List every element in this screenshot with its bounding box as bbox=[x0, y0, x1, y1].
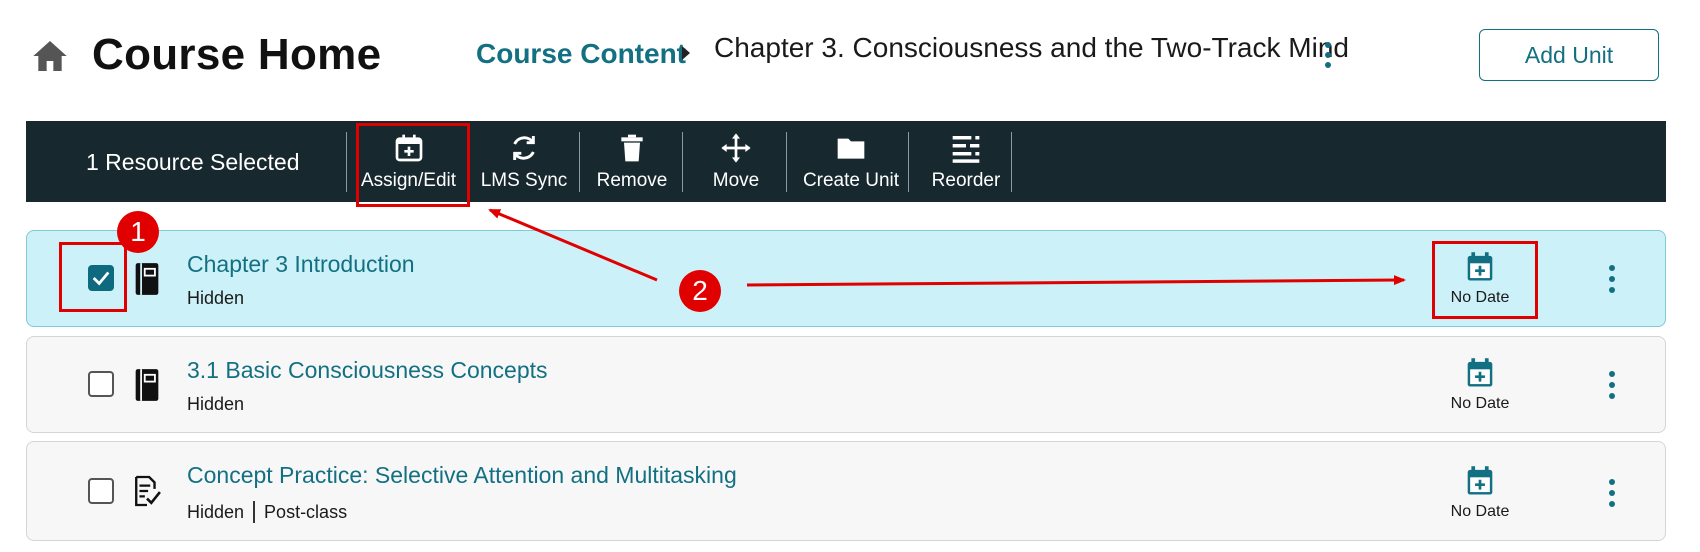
reorder-button[interactable]: Reorder bbox=[914, 121, 1018, 202]
resource-meta: Hidden bbox=[187, 394, 244, 415]
resource-status: Hidden bbox=[187, 501, 245, 522]
calendar-plus-icon bbox=[1467, 358, 1493, 387]
lms-sync-button[interactable]: LMS Sync bbox=[474, 121, 574, 202]
bulk-action-toolbar: 1 Resource Selected Assign/Edit LMS Sync… bbox=[26, 121, 1666, 202]
resource-row[interactable]: Chapter 3 Introduction Hidden No Date bbox=[26, 230, 1666, 327]
resource-checkbox[interactable] bbox=[88, 478, 114, 504]
resource-meta: Hidden bbox=[187, 288, 244, 309]
resource-meta: Hidden Post-class bbox=[187, 501, 347, 523]
toolbar-divider bbox=[682, 132, 683, 192]
breadcrumb-course-content[interactable]: Course Content bbox=[476, 38, 686, 70]
annotation-box-no-date bbox=[1432, 241, 1538, 319]
resource-row[interactable]: 3.1 Basic Consciousness Concepts Hidden … bbox=[26, 336, 1666, 433]
resource-options-kebab-icon[interactable] bbox=[1605, 478, 1619, 508]
resource-tag: Post-class bbox=[264, 501, 348, 522]
create-unit-label: Create Unit bbox=[802, 170, 900, 191]
annotation-box-assign-edit bbox=[356, 123, 470, 207]
toolbar-divider bbox=[908, 132, 909, 192]
move-button[interactable]: Move bbox=[688, 121, 784, 202]
remove-button[interactable]: Remove bbox=[584, 121, 680, 202]
book-icon bbox=[135, 369, 159, 401]
toolbar-divider bbox=[346, 132, 347, 192]
resource-status: Hidden bbox=[187, 288, 245, 308]
resource-options-kebab-icon[interactable] bbox=[1605, 370, 1619, 400]
create-unit-button[interactable]: Create Unit bbox=[792, 121, 910, 202]
assignment-check-icon bbox=[135, 475, 161, 507]
assign-date-button[interactable]: No Date bbox=[1425, 465, 1535, 535]
folder-icon bbox=[837, 138, 865, 159]
resource-row[interactable]: Concept Practice: Selective Attention an… bbox=[26, 441, 1666, 541]
selected-count-text: 1 Resource Selected bbox=[86, 149, 300, 175]
assign-date-button[interactable]: No Date bbox=[1425, 357, 1535, 427]
book-icon bbox=[135, 263, 159, 295]
resource-options-kebab-icon[interactable] bbox=[1605, 264, 1619, 294]
breadcrumb-separator-icon bbox=[682, 46, 690, 60]
resource-title-link[interactable]: Chapter 3 Introduction bbox=[187, 251, 415, 278]
toolbar-divider bbox=[579, 132, 580, 192]
chapter-options-kebab-icon[interactable] bbox=[1322, 40, 1334, 70]
lms-sync-label: LMS Sync bbox=[480, 170, 568, 191]
annotation-badge-2: 2 bbox=[679, 270, 721, 312]
breadcrumb-current-chapter: Chapter 3. Consciousness and the Two-Tra… bbox=[714, 32, 1349, 63]
annotation-box-checkbox bbox=[59, 242, 127, 312]
due-date-label: No Date bbox=[1450, 503, 1510, 520]
resource-title-link[interactable]: 3.1 Basic Consciousness Concepts bbox=[187, 357, 548, 384]
resource-status: Hidden bbox=[187, 394, 245, 414]
due-date-label: No Date bbox=[1450, 395, 1510, 412]
remove-label: Remove bbox=[596, 170, 668, 191]
move-label: Move bbox=[712, 170, 760, 191]
trash-icon bbox=[621, 134, 643, 162]
sync-icon bbox=[513, 136, 535, 160]
meta-separator bbox=[253, 501, 256, 523]
reorder-icon bbox=[952, 136, 980, 163]
toolbar-divider bbox=[1011, 132, 1012, 192]
page-title: Course Home bbox=[92, 30, 382, 79]
resource-checkbox[interactable] bbox=[88, 371, 114, 397]
reorder-label: Reorder bbox=[931, 170, 1001, 191]
toolbar-divider bbox=[786, 132, 787, 192]
move-arrows-icon bbox=[721, 133, 751, 163]
add-unit-button[interactable]: Add Unit bbox=[1479, 29, 1659, 81]
calendar-plus-icon bbox=[1467, 466, 1493, 495]
annotation-badge-1: 1 bbox=[117, 211, 159, 253]
resource-title-link[interactable]: Concept Practice: Selective Attention an… bbox=[187, 462, 737, 489]
home-icon[interactable] bbox=[30, 36, 70, 76]
